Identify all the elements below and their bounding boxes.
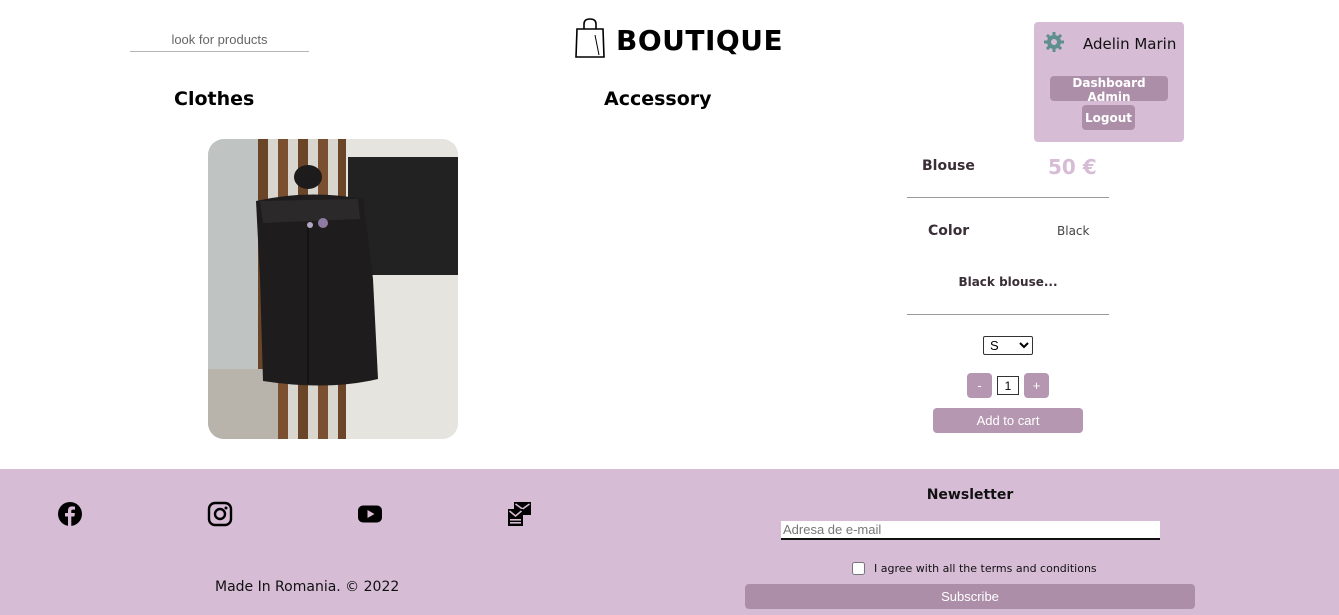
nav-accessory[interactable]: Accessory: [604, 88, 712, 110]
quantity-decrease-button[interactable]: -: [967, 373, 992, 398]
product-image[interactable]: [208, 139, 458, 439]
product-name: Blouse: [922, 158, 975, 174]
divider: [907, 197, 1109, 198]
instagram-icon[interactable]: [207, 501, 233, 527]
quantity-input[interactable]: [997, 376, 1019, 395]
logout-button[interactable]: Logout: [1082, 105, 1135, 130]
youtube-icon[interactable]: [357, 501, 383, 527]
quantity-increase-button[interactable]: +: [1024, 373, 1049, 398]
product-description: Black blouse...: [958, 275, 1058, 289]
subscribe-button[interactable]: Subscribe: [745, 584, 1195, 609]
gear-icon[interactable]: [1044, 32, 1064, 56]
terms-checkbox[interactable]: [852, 562, 865, 575]
email-field[interactable]: [781, 521, 1160, 540]
terms-checkbox-row[interactable]: I agree with all the terms and condition…: [852, 562, 1097, 575]
color-label: Color: [928, 223, 970, 239]
copyright-text: Made In Romania. © 2022: [215, 579, 400, 595]
product-price: 50 €: [1048, 155, 1097, 179]
nav-clothes[interactable]: Clothes: [174, 88, 254, 110]
user-header: Adelin Marin: [1044, 32, 1176, 56]
contact-mail-icon[interactable]: [507, 501, 533, 527]
user-name: Adelin Marin: [1083, 35, 1177, 53]
search-bar: [130, 28, 309, 52]
dashboard-admin-button[interactable]: Dashboard Admin: [1050, 76, 1168, 104]
footer: Made In Romania. © 2022 Newsletter I agr…: [0, 469, 1339, 615]
facebook-icon[interactable]: [57, 501, 83, 527]
size-select[interactable]: S: [983, 336, 1033, 355]
add-to-cart-button[interactable]: Add to cart: [933, 408, 1083, 433]
user-panel: Adelin Marin Dashboard Admin Logout: [1034, 22, 1184, 142]
color-value: Black: [1057, 224, 1090, 238]
brand-logo[interactable]: BOUTIQUE: [574, 18, 783, 62]
newsletter-title: Newsletter: [926, 487, 1014, 503]
divider: [907, 314, 1109, 315]
search-input[interactable]: [130, 28, 309, 50]
shopping-bag-icon: [574, 17, 606, 63]
terms-label: I agree with all the terms and condition…: [874, 562, 1097, 575]
brand-title: BOUTIQUE: [616, 23, 784, 57]
